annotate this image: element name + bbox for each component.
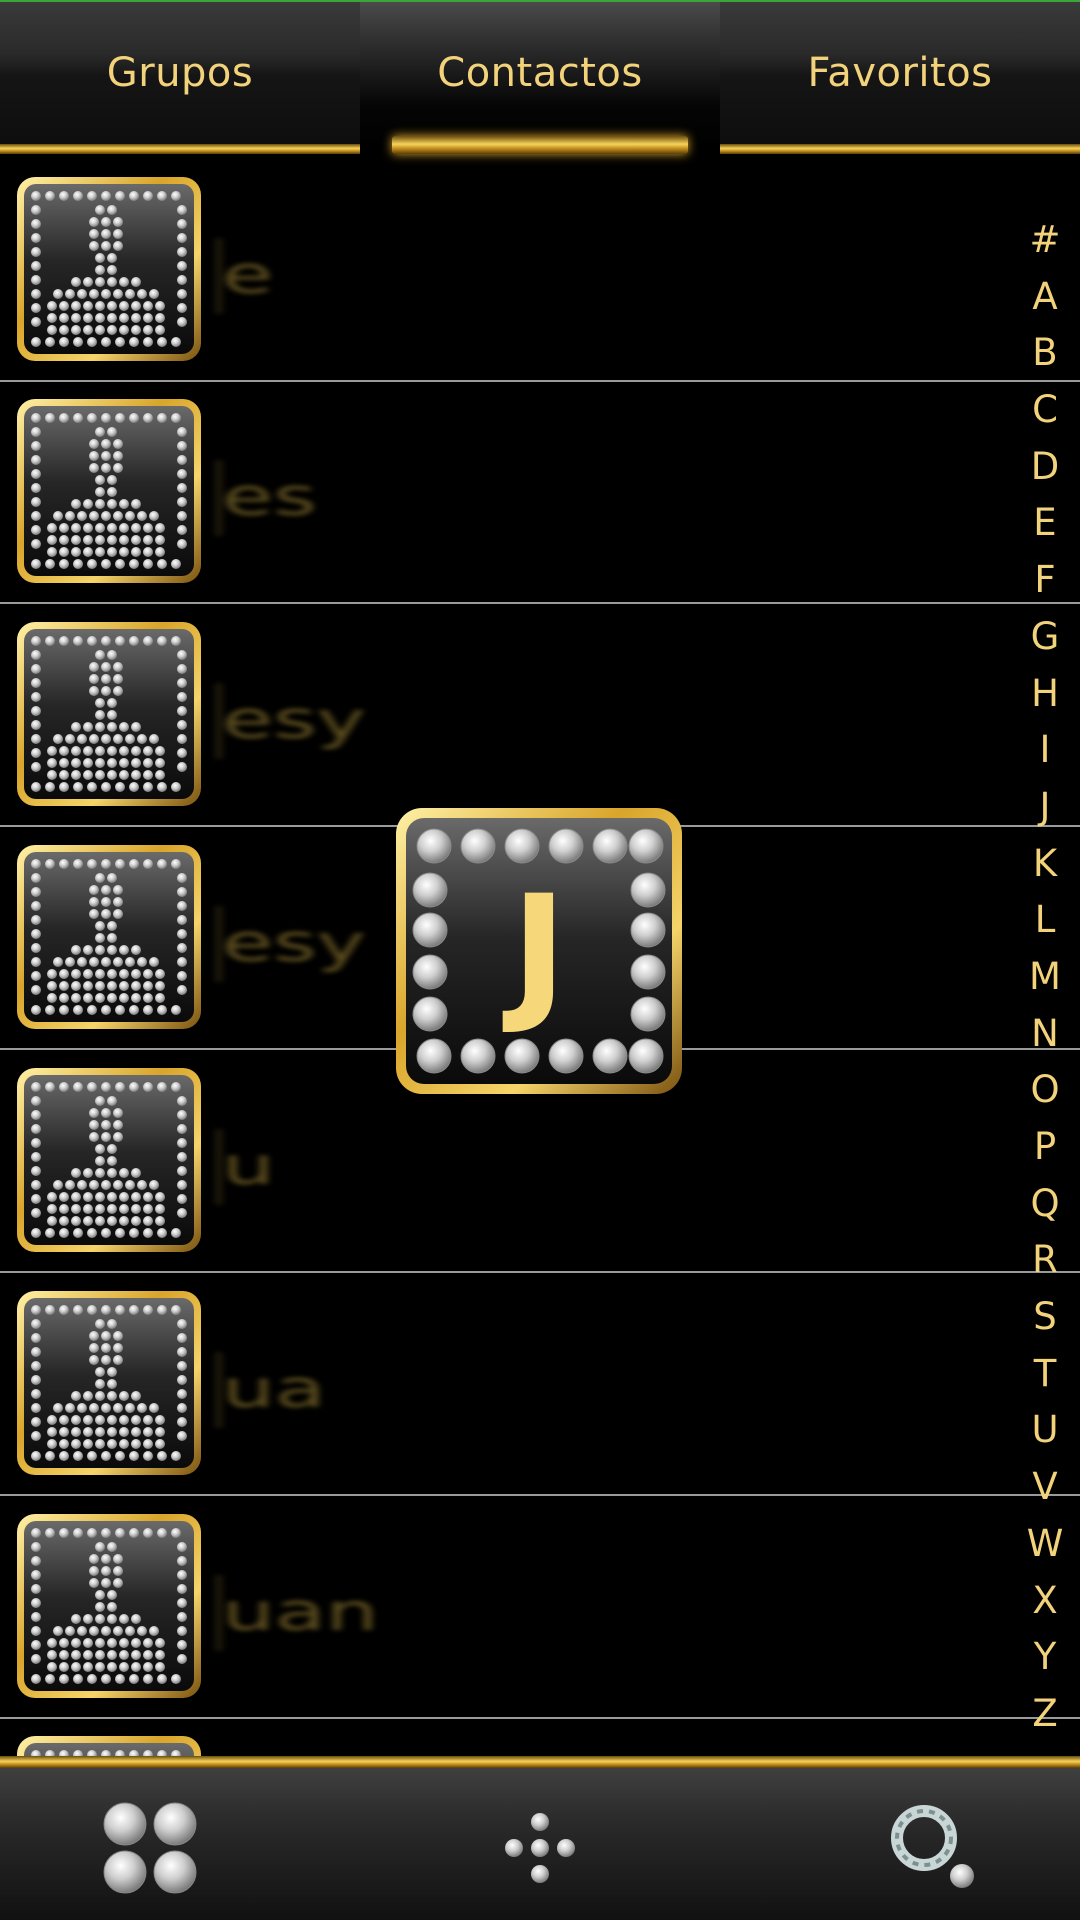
index-letter[interactable]: V [1010,1459,1080,1516]
contact-avatar-icon[interactable] [14,396,204,586]
contact-avatar-icon[interactable] [14,842,204,1032]
index-letter[interactable]: O [1010,1062,1080,1119]
index-letter[interactable]: C [1010,382,1080,439]
index-letter[interactable]: Q [1010,1176,1080,1233]
contact-avatar-icon[interactable] [14,1065,204,1255]
index-letter[interactable]: K [1010,836,1080,893]
index-letter[interactable]: A [1010,269,1080,326]
tab-contactos-label: Contactos [437,50,643,96]
contact-name: e [215,238,274,314]
row-divider [0,1494,1080,1496]
tab-underline [720,144,1080,154]
index-letter[interactable]: S [1010,1289,1080,1346]
contact-name: uan [215,1575,379,1651]
index-letter[interactable]: R [1010,1232,1080,1289]
popup-letter: J [511,864,567,1038]
index-letter[interactable]: Z [1010,1686,1080,1743]
contact-row[interactable]: es [0,382,1080,604]
contact-avatar-icon[interactable] [14,1511,204,1701]
dialpad-icon[interactable] [480,1792,600,1902]
index-letter[interactable]: T [1010,1346,1080,1403]
contact-name: esy [215,906,366,982]
index-letter[interactable]: L [1010,892,1080,949]
tab-grupos-label: Grupos [106,50,254,96]
contact-row[interactable]: ua [0,1274,1080,1496]
contact-avatar-icon[interactable] [14,1288,204,1478]
toolbar-divider [0,1756,1080,1768]
row-divider [0,1271,1080,1273]
contact-row[interactable]: uan [0,1497,1080,1719]
index-letter[interactable]: F [1010,552,1080,609]
tab-contactos[interactable]: Contactos [360,2,720,150]
index-letter[interactable]: W [1010,1516,1080,1573]
index-letter[interactable]: J [1010,779,1080,836]
index-letter[interactable]: H [1010,666,1080,723]
tab-favoritos-label: Favoritos [807,50,993,96]
contact-name: es [215,460,317,536]
index-letter[interactable]: G [1010,609,1080,666]
index-letter[interactable]: X [1010,1573,1080,1630]
index-letter[interactable]: D [1010,439,1080,496]
contact-avatar-icon[interactable] [14,619,204,809]
contact-name: ua [215,1352,326,1428]
contact-name: u [215,1129,275,1205]
tab-favoritos[interactable]: Favoritos [720,2,1080,150]
bottom-toolbar [0,1756,1080,1920]
index-letter[interactable]: # [1010,212,1080,269]
search-icon[interactable] [870,1792,990,1902]
index-letter[interactable]: U [1010,1402,1080,1459]
tab-grupos[interactable]: Grupos [0,2,360,150]
contact-row[interactable]: e [0,160,1080,382]
tab-selected-indicator [392,136,688,154]
index-letter[interactable]: E [1010,495,1080,552]
tab-bar: Grupos Contactos Favoritos [0,0,1080,160]
index-letter[interactable]: P [1010,1119,1080,1176]
row-divider [0,1717,1080,1719]
index-letter[interactable]: Y [1010,1629,1080,1686]
contact-avatar-icon[interactable] [14,174,204,364]
contact-row[interactable]: esy [0,605,1080,827]
index-letter[interactable]: I [1010,722,1080,779]
index-letter[interactable]: N [1010,1006,1080,1063]
grid-icon[interactable] [90,1792,210,1902]
tab-underline [0,144,360,154]
alphabet-index[interactable]: # A B C D E F G H I J K L M N O P Q R S T U V W X Y Z [1010,212,1080,1743]
letter-popup: J [394,806,684,1096]
contact-name: esy [215,683,366,759]
index-letter[interactable]: B [1010,325,1080,382]
index-letter[interactable]: M [1010,949,1080,1006]
row-divider [0,602,1080,604]
